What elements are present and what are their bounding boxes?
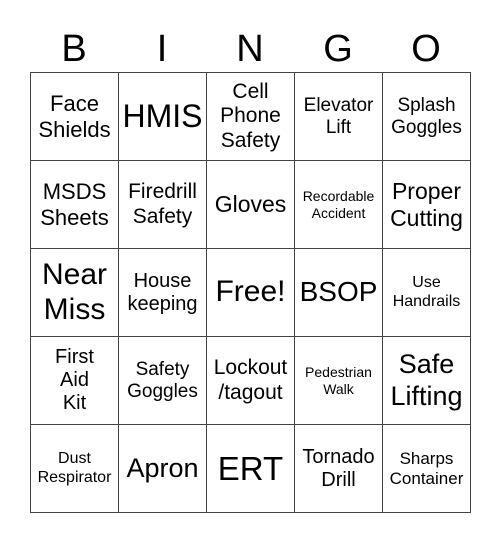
bingo-grid: Face Shields HMIS Cell Phone Safety Elevato… — [30, 72, 471, 513]
bingo-cell[interactable]: Pedestrian Walk — [294, 336, 383, 425]
bingo-cell[interactable]: Apron — [118, 424, 207, 513]
bingo-cell[interactable]: Splash Goggles — [382, 72, 471, 161]
free-space-cell[interactable]: Free! — [206, 248, 295, 337]
bingo-cell[interactable]: Tornado Drill — [294, 424, 383, 513]
bingo-cell[interactable]: First Aid Kit — [30, 336, 119, 425]
bingo-cell[interactable]: MSDS Sheets — [30, 160, 119, 249]
header-letter-i: I — [156, 28, 168, 70]
bingo-cell[interactable]: Proper Cutting — [382, 160, 471, 249]
grid-row: First Aid Kit Safety Goggles Lockout/tagout… — [30, 336, 471, 425]
bingo-cell[interactable]: House keeping — [118, 248, 207, 337]
header-letter-n: N — [236, 28, 264, 70]
bingo-cell[interactable]: ERT — [206, 424, 295, 513]
bingo-cell[interactable]: Firedrill Safety — [118, 160, 207, 249]
grid-row: Dust Respirator Apron ERT Tornado Drill Sh… — [30, 424, 471, 513]
bingo-cell[interactable]: Face Shields — [30, 72, 119, 161]
bingo-cell[interactable]: Safety Goggles — [118, 336, 207, 425]
header-letter-g: G — [323, 28, 353, 70]
grid-row: Face Shields HMIS Cell Phone Safety Elevato… — [30, 72, 471, 161]
bingo-cell[interactable]: Dust Respirator — [30, 424, 119, 513]
bingo-cell[interactable]: Cell Phone Safety — [206, 72, 295, 161]
bingo-cell[interactable]: HMIS — [118, 72, 207, 161]
grid-row: MSDS Sheets Firedrill Safety Gloves Record… — [30, 160, 471, 249]
bingo-cell[interactable]: Use Handrails — [382, 248, 471, 337]
bingo-cell[interactable]: BSOP — [294, 248, 383, 337]
bingo-cell[interactable]: Elevator Lift — [294, 72, 383, 161]
header-letter-o: O — [411, 28, 441, 70]
bingo-cell[interactable]: Near Miss — [30, 248, 119, 337]
bingo-header: B I N G O — [30, 20, 470, 72]
bingo-cell[interactable]: Lockout/tagout — [206, 336, 295, 425]
bingo-cell[interactable]: Recordable Accident — [294, 160, 383, 249]
grid-row: Near Miss House keeping Free! BSOP Use Hand… — [30, 248, 471, 337]
bingo-cell[interactable]: Gloves — [206, 160, 295, 249]
header-letter-b: B — [61, 28, 87, 70]
bingo-cell[interactable]: Safe Lifting — [382, 336, 471, 425]
bingo-cell[interactable]: Sharps Container — [382, 424, 471, 513]
